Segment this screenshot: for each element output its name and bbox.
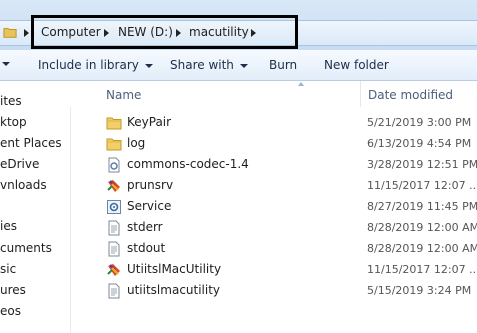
- file-name: utiitslmacutility: [127, 283, 221, 297]
- folder-icon: [106, 115, 122, 131]
- nav-item-favorites[interactable]: ites: [0, 94, 22, 108]
- include-in-library-label: Include in library: [38, 58, 139, 72]
- nav-item-libraries[interactable]: ies: [0, 219, 17, 233]
- executable-icon: [106, 262, 122, 278]
- file-date-modified: 11/15/2017 12:07 ...: [367, 263, 477, 276]
- navigation-pane: ites ktop ent Places eDrive vnloads ies …: [0, 81, 71, 333]
- file-row[interactable]: UtiitslMacUtility 11/15/2017 12:07 ...: [100, 259, 477, 280]
- file-name: log: [127, 136, 146, 150]
- folder-icon: [106, 136, 122, 152]
- folder-icon: [3, 28, 17, 38]
- config-file-icon: [106, 199, 122, 215]
- column-header-bar: Name Date modified: [70, 81, 477, 107]
- nav-item-pictures[interactable]: ures: [0, 283, 26, 297]
- file-date-modified: 5/15/2019 3:24 PM: [367, 284, 472, 297]
- file-name: stdout: [127, 241, 166, 255]
- burn-button[interactable]: Burn: [269, 58, 297, 72]
- file-date-modified: 11/15/2017 12:07 ...: [367, 179, 477, 192]
- file-row[interactable]: prunsrv 11/15/2017 12:07 ...: [100, 175, 477, 196]
- file-date-modified: 8/28/2019 12:00 AM: [367, 221, 477, 234]
- file-row[interactable]: log 6/13/2019 4:54 PM: [100, 133, 477, 154]
- file-name: stderr: [127, 220, 163, 234]
- file-name: Service: [127, 199, 172, 213]
- nav-item-recent-places[interactable]: ent Places: [0, 136, 62, 150]
- text-file-icon: [106, 220, 122, 236]
- file-row[interactable]: KeyPair 5/21/2019 3:00 PM: [100, 112, 477, 133]
- include-in-library-button[interactable]: Include in library: [38, 58, 153, 72]
- nav-item-downloads[interactable]: vnloads: [0, 178, 47, 192]
- chevron-down-icon: [144, 63, 153, 68]
- nav-item-desktop[interactable]: ktop: [0, 115, 27, 129]
- new-folder-button[interactable]: New folder: [324, 58, 389, 72]
- file-row[interactable]: Service 8/27/2019 11:45 PM: [100, 196, 477, 217]
- text-file-icon: [106, 283, 122, 299]
- address-bar-area: Computer NEW (D:) macutility: [0, 0, 477, 50]
- file-name: prunsrv: [127, 178, 174, 192]
- share-with-button[interactable]: Share with: [170, 58, 248, 72]
- file-name: KeyPair: [127, 115, 172, 129]
- column-header-date-modified[interactable]: Date modified: [368, 88, 453, 102]
- sort-ascending-icon: [298, 82, 304, 86]
- file-date-modified: 8/28/2019 12:00 AM: [367, 242, 477, 255]
- share-with-label: Share with: [170, 58, 234, 72]
- breadcrumb-separator-icon[interactable]: [24, 29, 29, 37]
- file-date-modified: 6/13/2019 4:54 PM: [367, 137, 472, 150]
- settings-file-icon: [106, 157, 122, 173]
- chevron-down-icon: [239, 63, 248, 68]
- file-name: UtiitslMacUtility: [127, 262, 222, 276]
- executable-icon: [106, 178, 122, 194]
- highlight-box: [31, 15, 298, 49]
- file-date-modified: 3/28/2019 12:51 PM: [367, 158, 477, 171]
- nav-item-videos[interactable]: eos: [0, 304, 21, 318]
- file-row[interactable]: commons-codec-1.4 3/28/2019 12:51 PM: [100, 154, 477, 175]
- nav-item-music[interactable]: sic: [0, 262, 16, 276]
- file-date-modified: 5/21/2019 3:00 PM: [367, 116, 472, 129]
- file-date-modified: 8/27/2019 11:45 PM: [367, 200, 477, 213]
- file-row[interactable]: stdout 8/28/2019 12:00 AM: [100, 238, 477, 259]
- file-row[interactable]: stderr 8/28/2019 12:00 AM: [100, 217, 477, 238]
- column-divider[interactable]: [360, 81, 361, 107]
- column-header-name[interactable]: Name: [106, 88, 141, 102]
- toolbar: Include in library Share with Burn New f…: [0, 50, 477, 81]
- file-name: commons-codec-1.4: [127, 157, 249, 171]
- nav-item-onedrive[interactable]: eDrive: [0, 157, 39, 171]
- file-row[interactable]: utiitslmacutility 5/15/2019 3:24 PM: [100, 280, 477, 301]
- text-file-icon: [106, 241, 122, 257]
- chevron-down-icon[interactable]: [2, 62, 10, 66]
- nav-item-documents[interactable]: cuments: [0, 241, 52, 255]
